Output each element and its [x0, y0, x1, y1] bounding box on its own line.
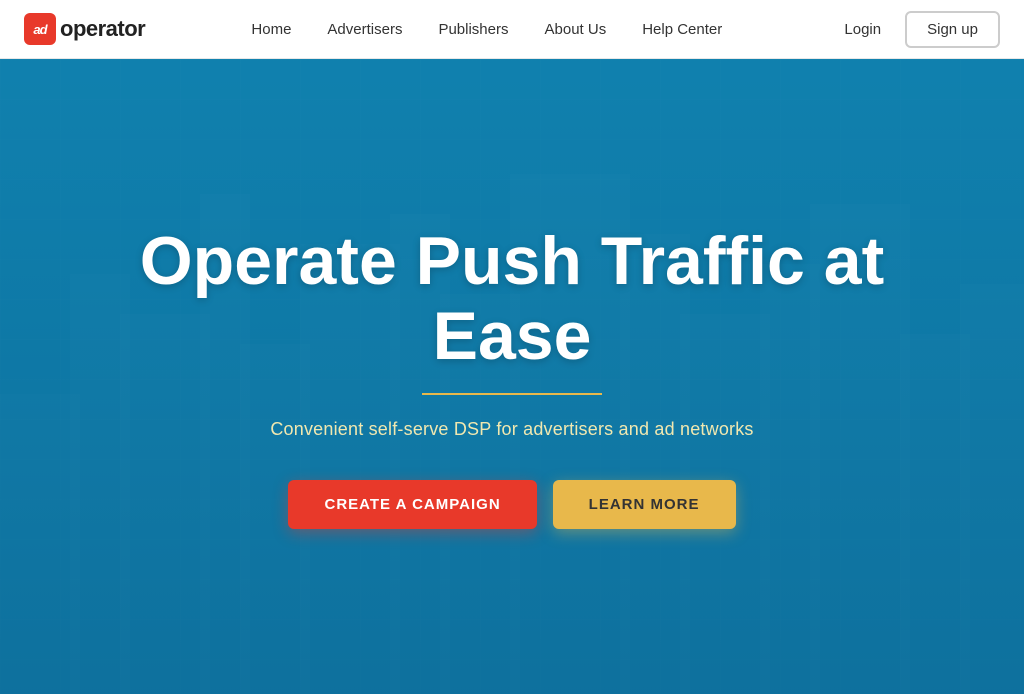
- hero-title: Operate Push Traffic at Ease: [102, 224, 922, 374]
- nav-item-about-us[interactable]: About Us: [531, 13, 621, 46]
- logo-icon: ad: [24, 13, 56, 45]
- nav-item-help-center[interactable]: Help Center: [628, 13, 736, 46]
- header: ad operator Home Advertisers Publishers …: [0, 0, 1024, 59]
- nav-item-publishers[interactable]: Publishers: [424, 13, 522, 46]
- main-nav: Home Advertisers Publishers About Us Hel…: [237, 13, 736, 46]
- hero-subtitle: Convenient self-serve DSP for advertiser…: [102, 419, 922, 440]
- hero-divider: [422, 393, 602, 395]
- create-campaign-button[interactable]: CREATE A CAMPAIGN: [288, 480, 536, 529]
- nav-item-home[interactable]: Home: [237, 13, 305, 46]
- hero-content: Operate Push Traffic at Ease Convenient …: [62, 224, 962, 530]
- logo-text: operator: [60, 16, 145, 42]
- login-button[interactable]: Login: [828, 13, 897, 46]
- logo[interactable]: ad operator: [24, 13, 145, 45]
- signup-button[interactable]: Sign up: [905, 11, 1000, 48]
- learn-more-button[interactable]: LEARN MORE: [553, 480, 736, 529]
- hero-buttons: CREATE A CAMPAIGN LEARN MORE: [102, 480, 922, 529]
- nav-item-advertisers[interactable]: Advertisers: [313, 13, 416, 46]
- hero-section: Operate Push Traffic at Ease Convenient …: [0, 59, 1024, 694]
- auth-area: Login Sign up: [828, 11, 1000, 48]
